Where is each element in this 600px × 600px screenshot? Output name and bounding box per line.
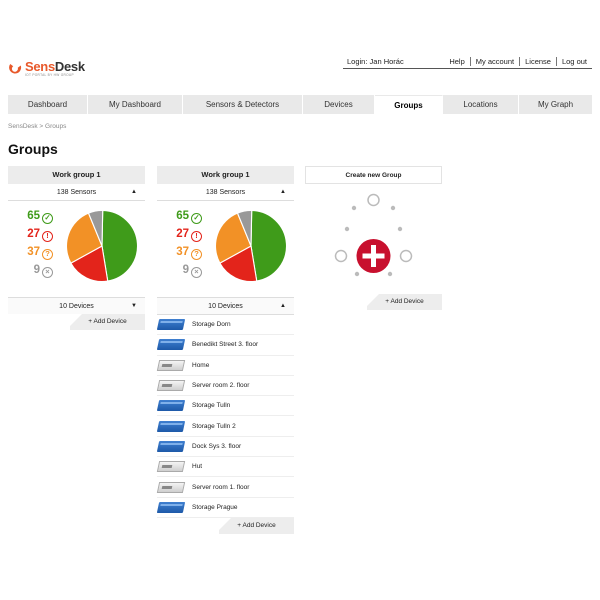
stat-alarm: 27!	[169, 227, 202, 242]
sensor-pie-chart	[214, 209, 288, 283]
group-name[interactable]: Work group 1	[8, 166, 145, 184]
device-image	[156, 339, 186, 351]
device-image	[156, 380, 186, 392]
tab-my-dashboard[interactable]: My Dashboard	[88, 95, 183, 114]
group-name[interactable]: Work group 1	[157, 166, 294, 184]
device-name: Dock Sys 3. floor	[192, 442, 242, 450]
logo-tagline: IOT PORTAL BY HW GROUP	[25, 73, 74, 77]
x-circle-icon: ×	[42, 267, 53, 278]
help-link[interactable]: Help	[444, 57, 469, 66]
caret-up-icon: ▲	[280, 303, 286, 309]
caret-up-icon: ▲	[131, 189, 137, 195]
my-account-link[interactable]: My account	[469, 57, 519, 66]
sensor-pie-chart	[65, 209, 139, 283]
x-circle-icon: ×	[191, 267, 202, 278]
caret-down-icon: ▼	[131, 303, 137, 309]
sensors-count: 138 Sensors	[56, 189, 97, 196]
device-row[interactable]: Storage Prague	[156, 498, 294, 518]
stat-ok: 65 ✓	[169, 209, 202, 224]
device-name: Home	[192, 361, 210, 369]
device-row[interactable]: Storage Dorn	[156, 315, 294, 336]
add-device-button[interactable]: + Add Device	[219, 517, 294, 534]
logo-brand: SensDesk	[25, 59, 85, 74]
sensors-toggle[interactable]: 138 Sensors ▲	[157, 184, 294, 201]
login-label: Login: Jan Horác	[347, 57, 404, 66]
tab-devices[interactable]: Devices	[303, 95, 375, 114]
device-name: Storage Dorn	[192, 321, 231, 329]
device-row[interactable]: Server room 1. floor	[156, 477, 294, 498]
stat-off: 9 ×	[20, 263, 53, 278]
main-nav: Dashboard My Dashboard Sensors & Detectors…	[8, 95, 592, 114]
device-row[interactable]: Dock Sys 3. floor	[156, 437, 294, 458]
device-row[interactable]: Home	[156, 356, 294, 376]
tab-groups[interactable]: Groups	[375, 95, 443, 114]
device-image	[156, 440, 186, 452]
device-name: Server room 2. floor	[192, 382, 250, 390]
device-image	[156, 420, 186, 432]
pie-slice-ok	[250, 209, 288, 282]
tab-locations[interactable]: Locations	[443, 95, 519, 114]
question-circle-icon: ?	[42, 249, 53, 260]
device-name: Benedikt Street 3. floor	[192, 341, 259, 349]
device-name: Hut	[192, 463, 203, 471]
exclamation-circle-icon: !	[191, 231, 202, 242]
sensors-count: 138 Sensors	[205, 189, 246, 196]
create-group-card: Create new Group + Add Device	[305, 166, 442, 310]
device-row[interactable]: Storage Tulln	[156, 396, 294, 417]
device-row[interactable]: Storage Tulln 2	[156, 416, 294, 437]
sensor-stats: 65 ✓ 27! 37? 9 ×	[8, 201, 145, 297]
device-name: Storage Prague	[192, 503, 238, 511]
tab-my-graph[interactable]: My Graph	[519, 95, 592, 114]
stat-warning: 37?	[20, 245, 53, 260]
add-group-icon[interactable]	[305, 184, 442, 294]
stat-ok: 65 ✓	[20, 209, 53, 224]
sensdesk-logo[interactable]: SensDesk IOT PORTAL BY HW GROUP	[8, 59, 98, 81]
top-links: Help My account License Log out	[444, 57, 592, 66]
sensor-stats: 65 ✓ 27! 37? 9 ×	[157, 201, 294, 297]
device-image	[156, 461, 186, 473]
device-image	[156, 400, 186, 412]
group-card-1: Work group 1 138 Sensors ▲ 65 ✓ 27! 37? 9…	[8, 166, 145, 330]
stat-warning: 37?	[169, 245, 202, 260]
license-link[interactable]: License	[519, 57, 556, 66]
tab-dashboard[interactable]: Dashboard	[8, 95, 88, 114]
device-row[interactable]: Hut	[156, 457, 294, 478]
add-device-button[interactable]: + Add Device	[70, 314, 145, 330]
user-bar: Login: Jan Horác Help My account License…	[343, 55, 592, 69]
logout-link[interactable]: Log out	[555, 57, 592, 66]
group-card-2: Work group 1 138 Sensors ▲ 65 ✓ 27! 37? 9…	[156, 166, 294, 534]
devices-toggle[interactable]: 10 Devices ▲	[157, 297, 294, 314]
devices-toggle[interactable]: 10 Devices ▼	[8, 297, 145, 314]
device-image	[156, 501, 186, 513]
sensors-toggle[interactable]: 138 Sensors ▲	[8, 184, 145, 201]
device-name: Storage Tulln 2	[192, 422, 236, 430]
devices-count: 10 Devices	[208, 303, 243, 310]
device-name: Server room 1. floor	[192, 483, 250, 491]
exclamation-circle-icon: !	[42, 231, 53, 242]
tab-sensors-detectors[interactable]: Sensors & Detectors	[183, 95, 303, 114]
page-title: Groups	[8, 141, 58, 157]
devices-count: 10 Devices	[59, 303, 94, 310]
device-image	[156, 359, 186, 371]
device-image	[156, 319, 186, 331]
device-image	[156, 481, 186, 493]
pie-slice-ok	[101, 209, 139, 282]
create-group-area[interactable]	[305, 184, 442, 294]
device-name: Storage Tulln	[192, 402, 231, 410]
sensdesk-logo-icon	[9, 64, 22, 74]
stat-off: 9 ×	[169, 263, 202, 278]
check-circle-icon: ✓	[42, 213, 53, 224]
create-group-button[interactable]: Create new Group	[305, 166, 442, 184]
stat-alarm: 27!	[20, 227, 53, 242]
device-row[interactable]: Server room 2. floor	[156, 376, 294, 397]
check-circle-icon: ✓	[191, 213, 202, 224]
question-circle-icon: ?	[191, 249, 202, 260]
breadcrumb: SensDesk > Groups	[8, 123, 67, 130]
device-list: Storage Dorn Benedikt Street 3. floor Home…	[156, 314, 294, 518]
device-row[interactable]: Benedikt Street 3. floor	[156, 335, 294, 356]
caret-up-icon: ▲	[280, 189, 286, 195]
add-device-button[interactable]: + Add Device	[367, 294, 442, 310]
